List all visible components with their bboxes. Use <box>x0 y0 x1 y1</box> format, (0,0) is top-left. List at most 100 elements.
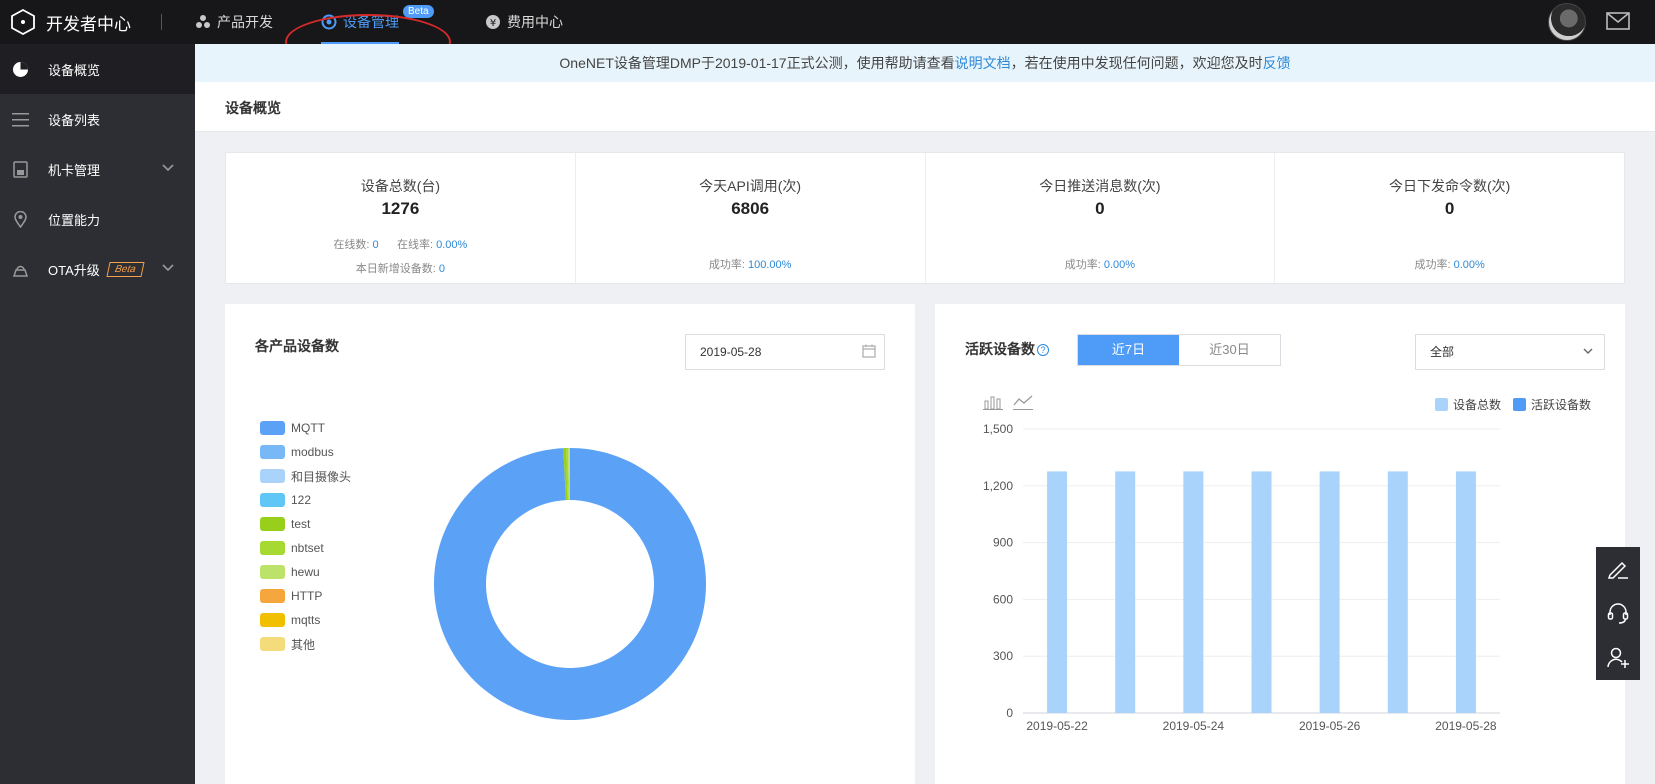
bar-total-devices[interactable] <box>1387 471 1408 713</box>
location-pin-icon <box>14 211 27 228</box>
pie-legend-item[interactable]: hewu <box>260 560 351 584</box>
edit-tool[interactable] <box>1596 547 1640 591</box>
user-avatar[interactable] <box>1548 3 1586 41</box>
stat-api-calls: 今天API调用(次) 6806 成功率: 100.00% <box>576 153 926 283</box>
pie-legend-item[interactable]: mqtts <box>260 608 351 632</box>
bar-total-devices[interactable] <box>1183 471 1204 713</box>
success-info: 成功率: 0.00% <box>1275 256 1624 272</box>
success-label: 成功率: <box>1064 259 1101 271</box>
feedback-link[interactable]: 反馈 <box>1263 53 1291 73</box>
yen-icon: ¥ <box>486 15 500 29</box>
nav-label: 费用中心 <box>507 14 563 30</box>
pie-legend-item[interactable]: MQTT <box>260 416 351 440</box>
bar-total-devices[interactable] <box>1319 471 1340 713</box>
bar-total-devices[interactable] <box>1251 471 1272 713</box>
legend-swatch <box>260 541 285 555</box>
online-label: 在线数: <box>333 239 370 251</box>
nav-label: 产品开发 <box>217 14 273 30</box>
page-title: 设备概览 <box>225 100 281 116</box>
success-rate: 100.00% <box>747 259 792 271</box>
legend-swatch <box>260 613 285 627</box>
sidebar-item-sim-card[interactable]: 机卡管理 <box>0 144 195 194</box>
sidebar: 设备概览 设备列表 机卡管理 位置能力 OTA升级 Beta <box>0 44 195 784</box>
pie-legend-item[interactable]: HTTP <box>260 584 351 608</box>
sidebar-item-overview[interactable]: 设备概览 <box>0 44 195 94</box>
bar-total-devices[interactable] <box>1115 471 1136 713</box>
nav-billing[interactable]: ¥ 费用中心 <box>485 0 563 44</box>
success-label: 成功率: <box>708 259 745 271</box>
pie-legend-item[interactable]: 122 <box>260 488 351 512</box>
stat-value: 6806 <box>731 199 770 218</box>
pie-legend-item[interactable]: 其他 <box>260 632 351 656</box>
date-picker[interactable]: 2019-05-28 <box>685 334 885 370</box>
pie-legend-item[interactable]: nbtset <box>260 536 351 560</box>
floating-toolbar <box>1596 547 1640 680</box>
legend-swatch <box>260 421 285 435</box>
add-user-tool[interactable] <box>1596 635 1640 679</box>
stat-label: 今日推送消息数(次) <box>1039 178 1161 194</box>
ota-beta-badge: Beta <box>106 261 144 277</box>
legend-label: modbus <box>291 445 334 459</box>
list-icon <box>12 113 29 127</box>
success-label: 成功率: <box>1414 259 1451 271</box>
active-devices-panel: 活跃设备数? 近7日 近30日 全部 设备总数 活跃设备数 0 300 600 900… <box>935 304 1625 784</box>
stat-label: 设备总数(台) <box>360 178 441 194</box>
legend-label: nbtset <box>291 541 324 555</box>
stat-value: 0 <box>1444 199 1455 218</box>
y-tick-label: 0 <box>1006 706 1013 720</box>
product-dev-icon <box>196 15 210 28</box>
sidebar-item-label: OTA升级 <box>48 262 100 278</box>
stat-commands: 今日下发命令数(次) 0 成功率: 0.00% <box>1275 153 1624 283</box>
stat-label: 今天API调用(次) <box>699 178 802 194</box>
online-count: 0 <box>372 239 379 251</box>
legend-label: mqtts <box>291 613 321 627</box>
legend-swatch <box>260 469 285 483</box>
x-tick-label: 2019-05-24 <box>1163 719 1225 733</box>
svg-text:¥: ¥ <box>490 18 496 29</box>
success-rate: 0.00% <box>1453 259 1485 271</box>
legend-label: test <box>291 517 311 531</box>
pie-legend-item[interactable]: test <box>260 512 351 536</box>
x-tick-label: 2019-05-22 <box>1026 719 1088 733</box>
nav-product-dev[interactable]: 产品开发 <box>195 0 273 44</box>
sidebar-item-ota[interactable]: OTA升级 Beta <box>0 244 195 294</box>
mail-icon[interactable] <box>1606 12 1630 30</box>
sim-card-icon <box>13 161 28 178</box>
online-info: 在线数: 0 在线率: 0.00% <box>226 236 575 252</box>
stat-value: 1276 <box>381 199 420 218</box>
sidebar-item-location[interactable]: 位置能力 <box>0 194 195 244</box>
product-devices-panel: 各产品设备数 2019-05-28 MQTT modbus 和目摄像头 122 test… <box>225 304 915 784</box>
success-info: 成功率: 0.00% <box>926 256 1275 272</box>
legend-label: MQTT <box>291 421 325 435</box>
support-tool[interactable] <box>1596 591 1640 635</box>
page-header: 设备概览 <box>195 82 1655 132</box>
stat-label: 今日下发命令数(次) <box>1388 178 1511 194</box>
y-tick-label: 900 <box>993 536 1013 550</box>
bar-total-devices[interactable] <box>1047 471 1068 713</box>
stat-total-devices: 设备总数(台) 1276 在线数: 0 在线率: 0.00% 本日新增设备数: … <box>226 153 576 283</box>
legend-swatch <box>260 493 285 507</box>
legend-label: HTTP <box>291 589 323 603</box>
pie-legend-item[interactable]: modbus <box>260 440 351 464</box>
legend-swatch <box>260 517 285 531</box>
bar-total-devices[interactable] <box>1455 471 1476 713</box>
pie-legend-item[interactable]: 和目摄像头 <box>260 464 351 488</box>
sidebar-item-label: 机卡管理 <box>48 162 101 178</box>
y-tick-label: 1,500 <box>983 422 1013 436</box>
legend-label: hewu <box>291 565 320 579</box>
online-rate: 0.00% <box>436 239 468 251</box>
panel-title: 各产品设备数 <box>255 338 339 354</box>
docs-link[interactable]: 说明文档 <box>955 53 1011 73</box>
bar-chart: 0 300 600 900 1,200 1,500 2019-05-22 2019-05-24… <box>983 422 1500 733</box>
pie-legend: MQTT modbus 和目摄像头 122 test nbtset hewu HTTP mqtt… <box>260 416 351 656</box>
legend-label: 和目摄像头 <box>291 469 352 484</box>
new-device-info: 本日新增设备数: 0 <box>226 260 575 276</box>
stat-value: 0 <box>1095 199 1105 218</box>
sidebar-item-device-list[interactable]: 设备列表 <box>0 94 195 144</box>
stats-card: 设备总数(台) 1276 在线数: 0 在线率: 0.00% 本日新增设备数: … <box>225 152 1625 284</box>
pie-chart-icon <box>13 62 28 77</box>
pencil-icon <box>1607 561 1628 579</box>
legend-swatch <box>260 637 285 651</box>
logo[interactable]: 开发者中心 <box>10 9 131 35</box>
date-value: 2019-05-28 <box>700 345 762 359</box>
